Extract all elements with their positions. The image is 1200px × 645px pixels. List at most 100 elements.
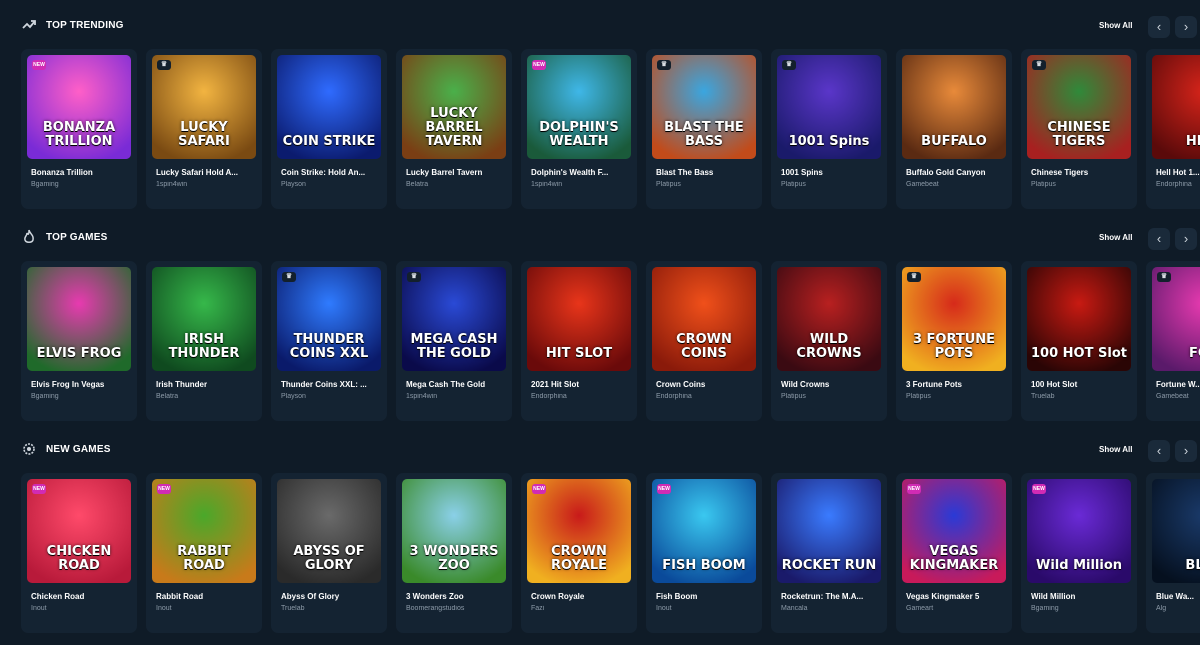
game-thumbnail[interactable]: BUFFALO [902,55,1006,159]
game-provider: Platipus [906,393,931,400]
game-thumbnail[interactable]: COIN STRIKE [277,55,381,159]
game-thumbnail[interactable]: CHICKEN ROAD NEW [27,479,131,583]
show-all-link[interactable]: Show All [1099,233,1132,242]
game-card[interactable]: 100 HOT Slot 100 Hot Slot Truelab [1021,261,1137,421]
game-card[interactable]: DOLPHIN'S WEALTH NEW Dolphin's Wealth F...… [521,49,637,209]
game-thumbnail[interactable]: 1001 Spins ♛ [777,55,881,159]
new-badge: NEW [157,484,171,494]
game-card[interactable]: Wild Million NEW Wild Million Bgaming [1021,473,1137,633]
game-thumbnail[interactable]: ROCKET RUN [777,479,881,583]
game-thumbnail[interactable]: MEGA CASH THE GOLD ♛ [402,267,506,371]
game-card[interactable]: WILD CROWNS Wild Crowns Platipus [771,261,887,421]
game-provider: Truelab [1031,393,1055,400]
new-badge: NEW [32,60,46,70]
carousel-next-button[interactable]: › [1175,228,1197,250]
game-thumbnail[interactable]: HIT SLOT [527,267,631,371]
game-thumbnail[interactable]: 3 FORTUNE POTS ♛ [902,267,1006,371]
game-card[interactable]: HIT SLOT 2021 Hit Slot Endorphina [521,261,637,421]
game-card[interactable]: ROCKET RUN Rocketrun: The M.A... Mancala [771,473,887,633]
game-thumbnail[interactable]: ELVIS FROG [27,267,131,371]
game-provider: Bgaming [31,181,59,188]
game-card[interactable]: BLAST THE BASS ♛ Blast The Bass Platipus [646,49,762,209]
carousel-prev-button[interactable]: ‹ [1148,228,1170,250]
game-logo-text: MEGA CASH THE GOLD [410,332,498,361]
game-thumbnail[interactable]: 100 HOT Slot [1027,267,1131,371]
game-thumbnail[interactable]: CROWN COINS [652,267,756,371]
game-card[interactable]: HELL Hell Hot 1... Endorphina [1146,49,1200,209]
game-thumbnail[interactable]: FISH BOOM NEW [652,479,756,583]
game-card[interactable]: LUCKY BARREL TAVERN Lucky Barrel Tavern Be… [396,49,512,209]
game-thumbnail[interactable]: Wild Million NEW [1027,479,1131,583]
game-logo-text: FOR [1189,346,1200,361]
game-card[interactable]: MEGA CASH THE GOLD ♛ Mega Cash The Gold 1sp… [396,261,512,421]
game-thumbnail[interactable]: ABYSS OF GLORY [277,479,381,583]
game-provider: Inout [31,605,47,612]
game-card[interactable]: 3 FORTUNE POTS ♛ 3 Fortune Pots Platipus [896,261,1012,421]
game-card[interactable]: BUFFALO Buffalo Gold Canyon Gamebeat [896,49,1012,209]
carousel-prev-button[interactable]: ‹ [1148,440,1170,462]
game-logo-text: BONANZA TRILLION [42,120,116,149]
game-thumbnail[interactable]: IRISH THUNDER [152,267,256,371]
game-card[interactable]: IRISH THUNDER Irish Thunder Belatra [146,261,262,421]
game-logo-text: FISH BOOM [662,558,746,573]
game-logo-text: LUCKY BARREL TAVERN [425,106,483,149]
game-card[interactable]: BLUE Blue Wa... Alg [1146,473,1200,633]
game-card[interactable]: BONANZA TRILLION NEW Bonanza Trillion Bgami… [21,49,137,209]
game-name: 3 Fortune Pots [906,380,963,389]
game-card[interactable]: THUNDER COINS XXL ♛ Thunder Coins XXL: ...… [271,261,387,421]
game-card[interactable]: 3 WONDERS ZOO 3 Wonders Zoo Boomerangstudi… [396,473,512,633]
game-provider: Platipus [781,181,806,188]
game-card[interactable]: ELVIS FROG Elvis Frog In Vegas Bgaming [21,261,137,421]
game-thumbnail[interactable]: FOR ♛ [1152,267,1200,371]
carousel-next-button[interactable]: › [1175,16,1197,38]
game-thumbnail[interactable]: LUCKY BARREL TAVERN [402,55,506,159]
game-thumbnail[interactable]: RABBIT ROAD NEW [152,479,256,583]
game-card[interactable]: CHICKEN ROAD NEW Chicken Road Inout [21,473,137,633]
game-logo-text: 3 WONDERS ZOO [409,544,499,573]
game-thumbnail[interactable]: WILD CROWNS [777,267,881,371]
game-name: Bonanza Trillion [31,168,93,177]
game-carousel: ELVIS FROG Elvis Frog In Vegas Bgaming IRIS… [21,261,1200,421]
game-logo-text: IRISH THUNDER [168,332,240,361]
crown-icon: ♛ [1157,272,1171,282]
game-card[interactable]: RABBIT ROAD NEW Rabbit Road Inout [146,473,262,633]
game-name: Fish Boom [656,592,698,601]
carousel-prev-button[interactable]: ‹ [1148,16,1170,38]
game-card[interactable]: LUCKY SAFARI ♛ Lucky Safari Hold A... 1spin… [146,49,262,209]
game-provider: Inout [656,605,672,612]
game-logo-text: ELVIS FROG [36,346,122,361]
new-badge: NEW [532,484,546,494]
game-card[interactable]: VEGAS KINGMAKER NEW Vegas Kingmaker 5 Gamea… [896,473,1012,633]
game-card[interactable]: CROWN COINS Crown Coins Endorphina [646,261,762,421]
game-logo-text: HELL [1185,134,1200,149]
game-card[interactable]: FISH BOOM NEW Fish Boom Inout [646,473,762,633]
show-all-link[interactable]: Show All [1099,21,1132,30]
game-thumbnail[interactable]: BLAST THE BASS ♛ [652,55,756,159]
game-name: Wild Million [1031,592,1076,601]
game-logo-text: CHICKEN ROAD [46,544,112,573]
game-provider: Platipus [781,393,806,400]
game-card[interactable]: FOR ♛ Fortune W... Gamebeat [1146,261,1200,421]
game-card[interactable]: CHINESE TIGERS ♛ Chinese Tigers Platipus [1021,49,1137,209]
game-thumbnail[interactable]: DOLPHIN'S WEALTH NEW [527,55,631,159]
game-provider: Gamebeat [1156,393,1189,400]
game-thumbnail[interactable]: HELL [1152,55,1200,159]
game-thumbnail[interactable]: BLUE [1152,479,1200,583]
game-provider: Playson [281,181,306,188]
game-card[interactable]: CROWN ROYALE NEW Crown Royale Fazi [521,473,637,633]
game-card[interactable]: COIN STRIKE Coin Strike: Hold An... Playso… [271,49,387,209]
game-thumbnail[interactable]: CROWN ROYALE NEW [527,479,631,583]
game-thumbnail[interactable]: CHINESE TIGERS ♛ [1027,55,1131,159]
game-card[interactable]: 1001 Spins ♛ 1001 Spins Platipus [771,49,887,209]
game-name: Blue Wa... [1156,592,1194,601]
game-provider: Truelab [281,605,305,612]
section-header: TOP GAMES Show All ‹ › [0,221,1200,251]
game-thumbnail[interactable]: 3 WONDERS ZOO [402,479,506,583]
game-card[interactable]: ABYSS OF GLORY Abyss Of Glory Truelab [271,473,387,633]
game-thumbnail[interactable]: VEGAS KINGMAKER NEW [902,479,1006,583]
carousel-next-button[interactable]: › [1175,440,1197,462]
game-thumbnail[interactable]: BONANZA TRILLION NEW [27,55,131,159]
show-all-link[interactable]: Show All [1099,445,1132,454]
game-thumbnail[interactable]: THUNDER COINS XXL ♛ [277,267,381,371]
game-thumbnail[interactable]: LUCKY SAFARI ♛ [152,55,256,159]
